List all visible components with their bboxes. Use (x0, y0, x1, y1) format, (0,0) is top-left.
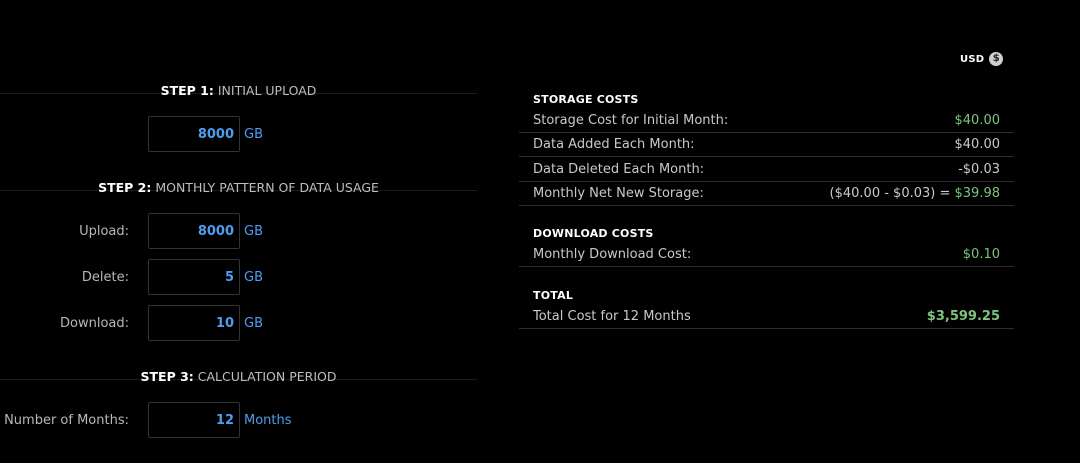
initial-upload-input[interactable]: 8000 (148, 116, 240, 152)
cost-value: $40.00 (954, 137, 1001, 152)
cost-row-data-deleted: Data Deleted Each Month: -$0.03 (519, 158, 1014, 182)
cost-row-net-new-storage: Monthly Net New Storage: ($40.00 - $0.03… (519, 182, 1014, 206)
cost-row-initial-storage: Storage Cost for Initial Month: $40.00 (519, 109, 1014, 133)
cost-value: -$0.03 (958, 162, 1000, 177)
storage-costs-title: STORAGE COSTS (533, 93, 639, 106)
step2-heading: STEP 2: MONTHLY PATTERN OF DATA USAGE (0, 180, 477, 196)
step2-number: STEP 2: (98, 180, 152, 195)
cost-row-total: Total Cost for 12 Months $3,599.25 (519, 305, 1014, 329)
total-value: $3,599.25 (926, 309, 1000, 324)
currency-label: USD (960, 53, 985, 65)
cost-value-group: ($40.00 - $0.03) = $39.98 (830, 186, 1000, 201)
monthly-download-row: Download: 10 GB (0, 304, 263, 342)
dollar-icon[interactable]: $ (989, 52, 1004, 66)
step1-heading: STEP 1: INITIAL UPLOAD (0, 83, 477, 99)
cost-formula: ($40.00 - $0.03) = (829, 186, 951, 201)
download-costs-title: DOWNLOAD COSTS (533, 227, 654, 240)
step1-title: INITIAL UPLOAD (217, 83, 317, 98)
cost-value: $39.98 (954, 186, 1001, 201)
cost-label: Total Cost for 12 Months (533, 309, 691, 324)
monthly-delete-input[interactable]: 5 (148, 259, 240, 295)
monthly-delete-label: Delete: (81, 269, 129, 285)
cost-value: $40.00 (954, 113, 1001, 128)
cost-label: Data Deleted Each Month: (533, 162, 705, 177)
cost-value: $0.10 (962, 247, 1000, 262)
step3-heading: STEP 3: CALCULATION PERIOD (0, 369, 477, 385)
monthly-download-unit: GB (244, 315, 263, 331)
total-title: TOTAL (533, 289, 574, 302)
step1-number: STEP 1: (160, 83, 214, 98)
initial-upload-unit: GB (244, 126, 263, 142)
monthly-upload-input[interactable]: 8000 (148, 213, 240, 249)
monthly-upload-label: Upload: (79, 223, 129, 239)
monthly-download-input[interactable]: 10 (148, 305, 240, 341)
step2-title: MONTHLY PATTERN OF DATA USAGE (155, 180, 379, 195)
cost-label: Monthly Net New Storage: (533, 186, 704, 201)
months-row: Number of Months: 12 Months (0, 401, 292, 439)
monthly-delete-row: Delete: 5 GB (0, 258, 263, 296)
months-input[interactable]: 12 (148, 402, 240, 438)
cost-label: Data Added Each Month: (533, 137, 695, 152)
cost-row-data-added: Data Added Each Month: $40.00 (519, 133, 1014, 157)
step3-number: STEP 3: (140, 369, 194, 384)
currency-selector[interactable]: USD $ (960, 52, 1004, 66)
cost-row-monthly-download: Monthly Download Cost: $0.10 (519, 243, 1014, 267)
cost-label: Monthly Download Cost: (533, 247, 692, 262)
cost-label: Storage Cost for Initial Month: (533, 113, 729, 128)
months-label: Number of Months: (4, 412, 129, 428)
months-unit: Months (244, 412, 292, 428)
monthly-download-label: Download: (60, 315, 129, 331)
monthly-upload-row: Upload: 8000 GB (0, 212, 263, 250)
initial-upload-row: 8000 GB (0, 115, 263, 153)
step3-title: CALCULATION PERIOD (197, 369, 337, 384)
monthly-delete-unit: GB (244, 269, 263, 285)
monthly-upload-unit: GB (244, 223, 263, 239)
